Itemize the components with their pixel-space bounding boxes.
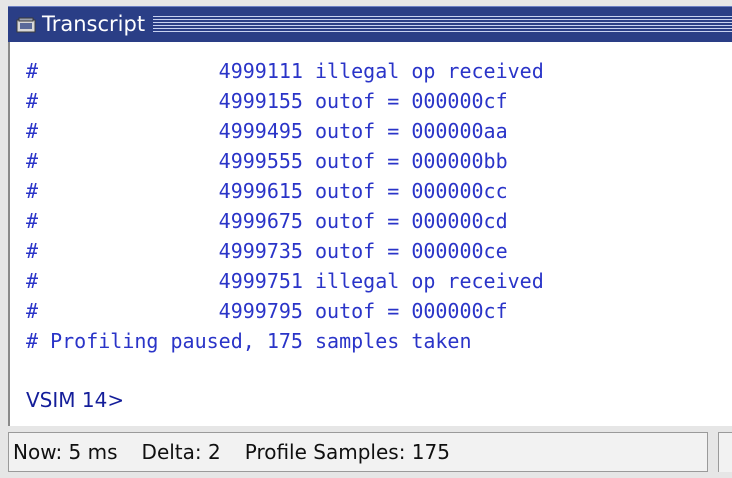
transcript-line: # 4999735 outof = 000000ce xyxy=(26,239,508,263)
transcript-line: # 4999111 illegal op received xyxy=(26,59,544,83)
transcript-line: # 4999615 outof = 000000cc xyxy=(26,179,508,203)
transcript-top-edge xyxy=(10,42,732,48)
transcript-line: # 4999795 outof = 000000cf xyxy=(26,299,508,323)
status-bar: Now: 5 ms Delta: 2 Profile Samples: 175 xyxy=(8,432,708,472)
status-bar-corner xyxy=(718,432,732,472)
transcript-line: # 4999155 outof = 000000cf xyxy=(26,89,508,113)
transcript-line: # 4999555 outof = 000000bb xyxy=(26,149,508,173)
transcript-line: # Profiling paused, 175 samples taken xyxy=(26,329,472,353)
command-prompt[interactable]: VSIM 14> xyxy=(26,388,124,412)
status-now: Now: 5 ms xyxy=(13,440,118,464)
transcript-pane[interactable]: # 4999111 illegal op received # 4999155 … xyxy=(8,42,732,426)
title-bar-grip[interactable] xyxy=(153,15,732,34)
transcript-lines: # 4999111 illegal op received # 4999155 … xyxy=(26,56,544,356)
transcript-line: # 4999675 outof = 000000cd xyxy=(26,209,508,233)
transcript-window-icon xyxy=(16,17,36,33)
transcript-line: # 4999495 outof = 000000aa xyxy=(26,119,508,143)
transcript-line: # 4999751 illegal op received xyxy=(26,269,544,293)
status-delta: Delta: 2 xyxy=(141,440,221,464)
title-bar[interactable]: Transcript xyxy=(8,6,732,42)
window-title: Transcript xyxy=(42,12,146,36)
transcript-window: Transcript # 4999111 illegal op received… xyxy=(0,0,732,478)
status-profile-samples: Profile Samples: 175 xyxy=(244,440,450,464)
